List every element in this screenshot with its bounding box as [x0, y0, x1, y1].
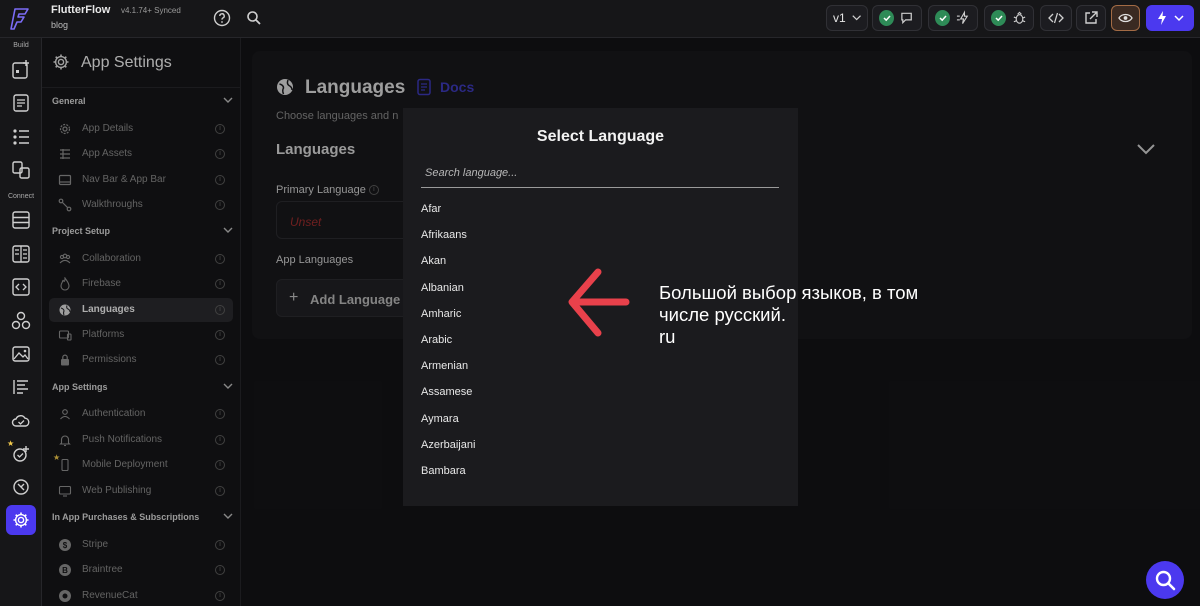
language-option[interactable]: Afar	[421, 196, 779, 222]
check-icon	[879, 10, 894, 26]
app-version: v4.1.74+ Synced	[121, 6, 181, 15]
language-option[interactable]: Afrikaans	[421, 222, 779, 248]
project-name[interactable]: blog	[51, 20, 68, 30]
eye-icon	[1118, 13, 1133, 23]
language-search-field[interactable]	[421, 158, 779, 188]
run-button[interactable]	[1146, 5, 1194, 31]
theme-settings-icon[interactable]	[10, 376, 32, 398]
components-icon[interactable]	[10, 159, 32, 181]
external-link-icon	[1085, 11, 1098, 24]
preview-button[interactable]	[1111, 5, 1140, 31]
check-icon	[991, 10, 1006, 26]
arrow-left-icon	[568, 268, 630, 337]
widget-tree-icon[interactable]	[10, 126, 32, 148]
pages-icon[interactable]	[10, 92, 32, 114]
chevron-down-icon	[852, 15, 861, 21]
search-icon[interactable]	[245, 9, 263, 27]
language-option[interactable]: Aymara	[421, 406, 779, 432]
custom-code-icon[interactable]	[10, 276, 32, 298]
language-option[interactable]: Armenian	[421, 353, 779, 379]
open-external-button[interactable]	[1076, 5, 1106, 31]
lightning-lines-icon	[956, 10, 969, 24]
language-option[interactable]: Azerbaijani	[421, 432, 779, 458]
language-search-input[interactable]	[421, 158, 779, 187]
integrations-icon[interactable]	[10, 310, 32, 332]
debug-status-button[interactable]	[984, 5, 1034, 31]
version-label: v1	[833, 11, 846, 25]
testing-icon[interactable]	[10, 443, 32, 465]
help-search-button[interactable]	[1146, 561, 1184, 599]
comments-status-button[interactable]	[872, 5, 922, 31]
bug-icon	[1013, 11, 1026, 24]
view-code-button[interactable]	[1040, 5, 1072, 31]
cloud-deploy-icon[interactable]	[10, 410, 32, 432]
dialog-title: Select Language	[536, 128, 665, 145]
api-calls-icon[interactable]	[10, 243, 32, 265]
lightning-icon	[1158, 11, 1166, 25]
chat-icon	[901, 12, 912, 25]
app-root: FlutterFlow v4.1.74+ Synced blog v1 Buil…	[0, 0, 1200, 606]
annotation-text: Большой выбор языков, в том числе русски…	[659, 282, 969, 348]
annotation-line: Большой выбор языков, в том	[659, 282, 919, 303]
language-option[interactable]: Bambara	[421, 458, 779, 484]
flutterflow-logo-icon[interactable]	[8, 6, 34, 32]
top-bar: FlutterFlow v4.1.74+ Synced blog v1	[0, 0, 1200, 38]
annotation-line: ru	[659, 326, 676, 347]
version-select[interactable]: v1	[826, 5, 868, 31]
media-assets-icon[interactable]	[10, 343, 32, 365]
app-name: FlutterFlow	[51, 4, 111, 16]
search-icon	[1155, 570, 1176, 591]
actions-status-button[interactable]	[928, 5, 978, 31]
rail-connect-label: Connect	[7, 193, 35, 200]
settings-rail-button[interactable]	[6, 505, 36, 535]
marketplace-icon[interactable]	[10, 476, 32, 498]
code-icon	[1048, 12, 1064, 24]
chevron-down-icon	[1174, 14, 1184, 21]
database-icon[interactable]	[10, 209, 32, 231]
add-page-icon[interactable]	[10, 59, 32, 81]
help-icon[interactable]	[213, 9, 231, 27]
check-icon	[935, 10, 950, 26]
rail-build-label: Build	[13, 42, 29, 49]
nav-rail: Build Connect ★	[0, 38, 42, 606]
language-option[interactable]: Assamese	[421, 379, 779, 405]
annotation-line: числе русский.	[659, 304, 786, 325]
gear-icon	[13, 512, 29, 528]
